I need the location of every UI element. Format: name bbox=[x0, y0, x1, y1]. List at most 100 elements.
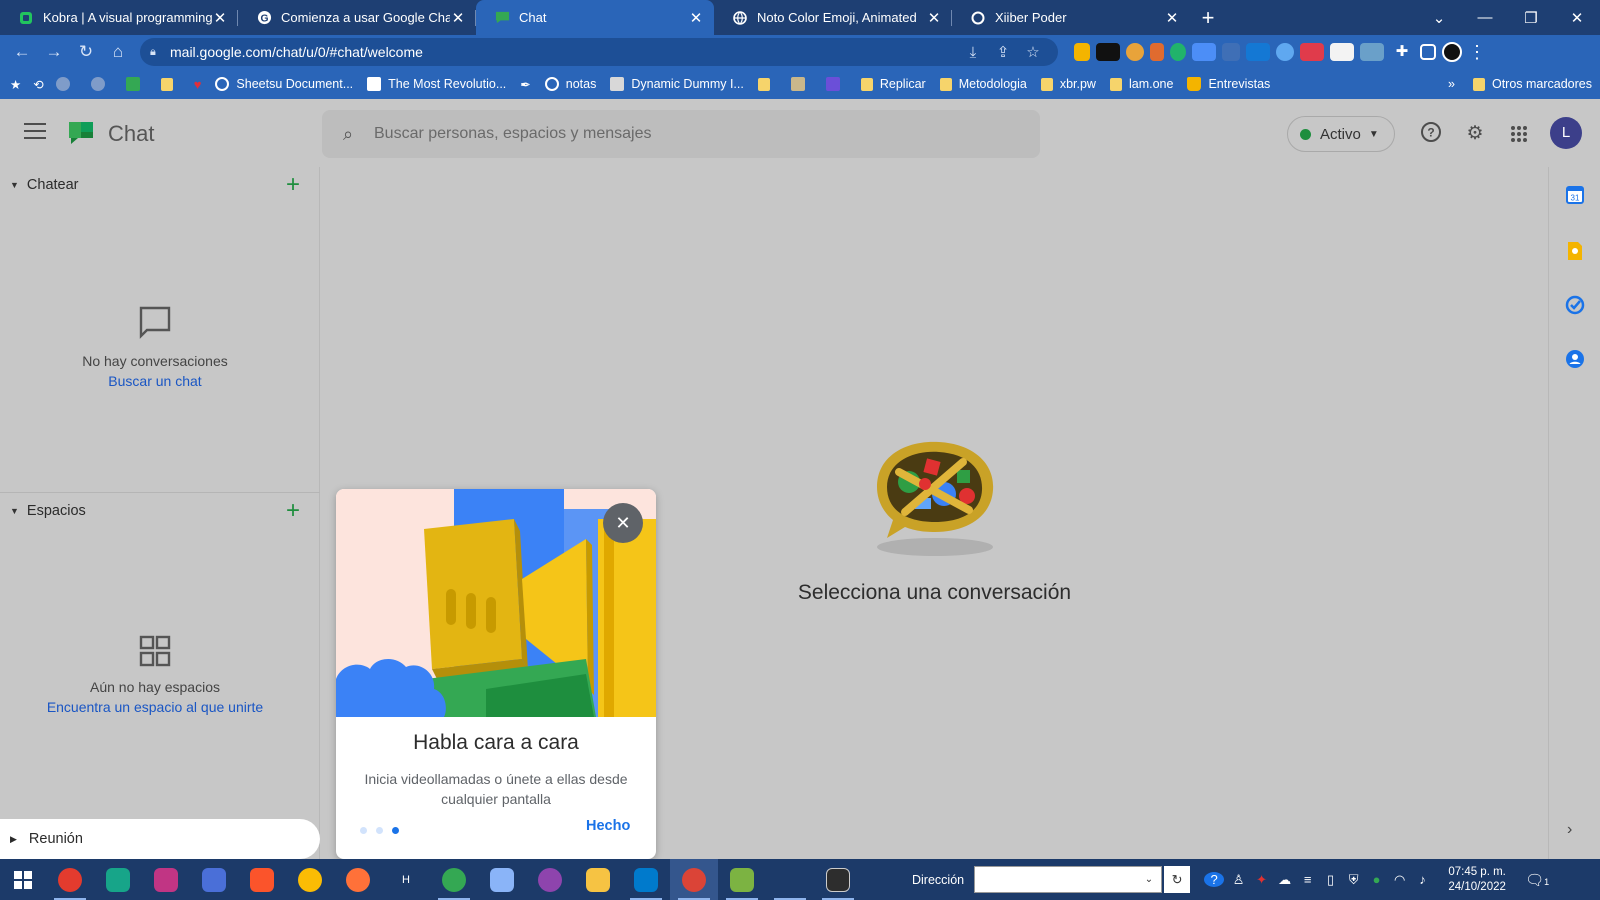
restore-button[interactable]: ❐ bbox=[1508, 9, 1554, 27]
volume-icon[interactable]: ♪ bbox=[1411, 872, 1434, 887]
url-text[interactable]: mail.google.com/chat/u/0/#chat/welcome bbox=[170, 44, 958, 60]
chats-section-header[interactable]: ▼ Chatear + bbox=[0, 167, 320, 203]
chrome-taskbar-icon[interactable] bbox=[286, 859, 334, 900]
system-clock[interactable]: 07:45 p. m. 24/10/2022 bbox=[1442, 865, 1512, 895]
emoji-extension-icon[interactable] bbox=[1126, 43, 1144, 61]
bookmark-item[interactable]: The Most Revolutio... bbox=[367, 77, 506, 91]
tray-icon[interactable]: ♙ bbox=[1227, 872, 1250, 888]
minimize-button[interactable]: — bbox=[1462, 9, 1508, 26]
find-space-link[interactable]: Encuentra un espacio al que unirte bbox=[0, 699, 310, 715]
translate-extension-icon[interactable] bbox=[1192, 43, 1216, 61]
tray-icon[interactable]: ▯ bbox=[1319, 872, 1342, 888]
expand-panel-chevron-icon[interactable]: › bbox=[1567, 821, 1572, 839]
extension-icon[interactable] bbox=[1276, 43, 1294, 61]
close-popup-button[interactable]: ✕ bbox=[603, 503, 643, 543]
profile-icon[interactable] bbox=[1442, 42, 1462, 62]
forward-icon[interactable]: → bbox=[38, 38, 70, 66]
meeting-section-header[interactable]: ▶ Reunión bbox=[0, 819, 320, 859]
sidepanel-icon[interactable] bbox=[1420, 44, 1436, 60]
bookmark-item[interactable]: xbr.pw bbox=[1040, 77, 1096, 91]
lock-icon[interactable]: 🔒︎ bbox=[150, 46, 170, 59]
bookmark-item[interactable]: Entrevistas bbox=[1187, 77, 1270, 91]
close-tab-icon[interactable]: ✕ bbox=[926, 9, 942, 27]
new-chat-plus-icon[interactable]: + bbox=[286, 171, 300, 199]
brave-taskbar-icon[interactable] bbox=[238, 859, 286, 900]
install-app-icon[interactable]: ⤓ bbox=[958, 44, 988, 61]
address-toolbar-input[interactable]: ⌄ bbox=[974, 866, 1163, 893]
history-icon[interactable]: ⟲ bbox=[33, 77, 43, 92]
close-window-button[interactable]: ✕ bbox=[1554, 9, 1600, 27]
extension-icon[interactable] bbox=[1096, 43, 1120, 61]
more-bookmarks-icon[interactable]: » bbox=[1448, 77, 1455, 91]
page-dot[interactable] bbox=[360, 827, 367, 834]
app-taskbar-icon[interactable] bbox=[190, 859, 238, 900]
extension-icon[interactable] bbox=[1150, 43, 1164, 61]
browser-tab[interactable]: G Comienza a usar Google Chat - C ✕ bbox=[238, 0, 476, 35]
extension-icon[interactable] bbox=[1330, 43, 1354, 61]
bookmark-item[interactable]: Sheetsu Document... bbox=[215, 77, 353, 91]
tray-icon[interactable]: ✦ bbox=[1250, 872, 1273, 888]
search-input[interactable] bbox=[374, 125, 974, 143]
browser-menu-icon[interactable]: ⋮ bbox=[1465, 42, 1489, 63]
dropdown-chevron-icon[interactable]: ⌄ bbox=[1145, 874, 1153, 885]
search-bar[interactable]: ⌕ bbox=[322, 110, 1040, 158]
home-icon[interactable]: ⌂ bbox=[102, 38, 134, 66]
app-taskbar-icon[interactable] bbox=[766, 859, 814, 900]
spaces-section-header[interactable]: ▼ Espacios + bbox=[0, 493, 320, 529]
github-taskbar-icon[interactable] bbox=[526, 859, 574, 900]
vscode-taskbar-icon[interactable] bbox=[622, 859, 670, 900]
search-icon[interactable]: ⌕ bbox=[322, 124, 374, 145]
chrome-taskbar-icon[interactable] bbox=[46, 859, 94, 900]
puzzle-icon[interactable]: ✚ bbox=[1390, 43, 1414, 61]
calendar-icon[interactable]: 31 bbox=[1565, 185, 1585, 205]
chrome-taskbar-icon[interactable] bbox=[430, 859, 478, 900]
back-icon[interactable]: ← bbox=[6, 38, 38, 66]
main-menu-icon[interactable] bbox=[24, 123, 46, 139]
bookmark-icon[interactable] bbox=[790, 77, 812, 91]
extension-icon[interactable] bbox=[1222, 43, 1240, 61]
heart-icon[interactable]: ♥ bbox=[194, 77, 202, 92]
tasks-icon[interactable] bbox=[1565, 295, 1585, 315]
extension-icon[interactable] bbox=[1300, 43, 1324, 61]
notification-center-icon[interactable]: 🗨︎1 bbox=[1522, 871, 1552, 889]
file-explorer-taskbar-icon[interactable] bbox=[574, 859, 622, 900]
app-taskbar-icon[interactable] bbox=[718, 859, 766, 900]
close-tab-icon[interactable]: ✕ bbox=[212, 9, 228, 27]
browser-tab[interactable]: Xiiber Poder ✕ bbox=[952, 0, 1190, 35]
help-icon[interactable]: ? bbox=[1418, 121, 1444, 147]
defender-tray-icon[interactable]: ⛨ bbox=[1342, 872, 1365, 888]
share-icon[interactable]: ⇪ bbox=[988, 43, 1018, 61]
app-taskbar-icon[interactable] bbox=[142, 859, 190, 900]
other-bookmarks[interactable]: Otros marcadores bbox=[1472, 77, 1592, 91]
bookmark-item[interactable]: Replicar bbox=[860, 77, 926, 91]
tray-icon[interactable]: ≡ bbox=[1296, 872, 1319, 887]
drive-extension-icon[interactable] bbox=[1074, 43, 1090, 61]
windows-start-icon[interactable] bbox=[0, 859, 46, 900]
bookmark-icon[interactable] bbox=[90, 77, 112, 91]
close-tab-icon[interactable]: ✕ bbox=[688, 9, 704, 27]
folder-icon[interactable] bbox=[160, 77, 180, 91]
find-chat-link[interactable]: Buscar un chat bbox=[0, 373, 310, 389]
keep-icon[interactable] bbox=[1565, 241, 1585, 261]
contacts-icon[interactable] bbox=[1565, 349, 1585, 369]
terminal-taskbar-icon[interactable] bbox=[814, 859, 862, 900]
firefox-taskbar-icon[interactable] bbox=[334, 859, 382, 900]
wifi-icon[interactable]: ◠ bbox=[1388, 872, 1411, 888]
page-dot-active[interactable] bbox=[392, 827, 399, 834]
done-button[interactable]: Hecho bbox=[586, 818, 630, 834]
new-tab-button[interactable]: + bbox=[1190, 0, 1226, 35]
account-avatar[interactable]: L bbox=[1550, 117, 1582, 149]
status-dropdown[interactable]: Activo ▼ bbox=[1287, 116, 1395, 152]
shield-extension-icon[interactable] bbox=[1170, 43, 1186, 61]
pen-icon[interactable]: ✒ bbox=[520, 77, 530, 92]
browser-tab[interactable]: Noto Color Emoji, Animated ✕ bbox=[714, 0, 952, 35]
bookmark-icon[interactable] bbox=[55, 77, 77, 91]
address-bar[interactable]: 🔒︎ mail.google.com/chat/u/0/#chat/welcom… bbox=[140, 38, 1058, 66]
app-taskbar-icon[interactable] bbox=[94, 859, 142, 900]
apps-grid-icon[interactable] bbox=[1506, 121, 1532, 147]
help-tray-icon[interactable]: ? bbox=[1204, 872, 1225, 887]
bookmark-item[interactable]: Metodologia bbox=[939, 77, 1027, 91]
new-space-plus-icon[interactable]: + bbox=[286, 497, 300, 525]
bookmark-star-icon[interactable]: ☆ bbox=[1018, 43, 1048, 61]
browser-tab[interactable]: Kobra | A visual programming lar ✕ bbox=[0, 0, 238, 35]
